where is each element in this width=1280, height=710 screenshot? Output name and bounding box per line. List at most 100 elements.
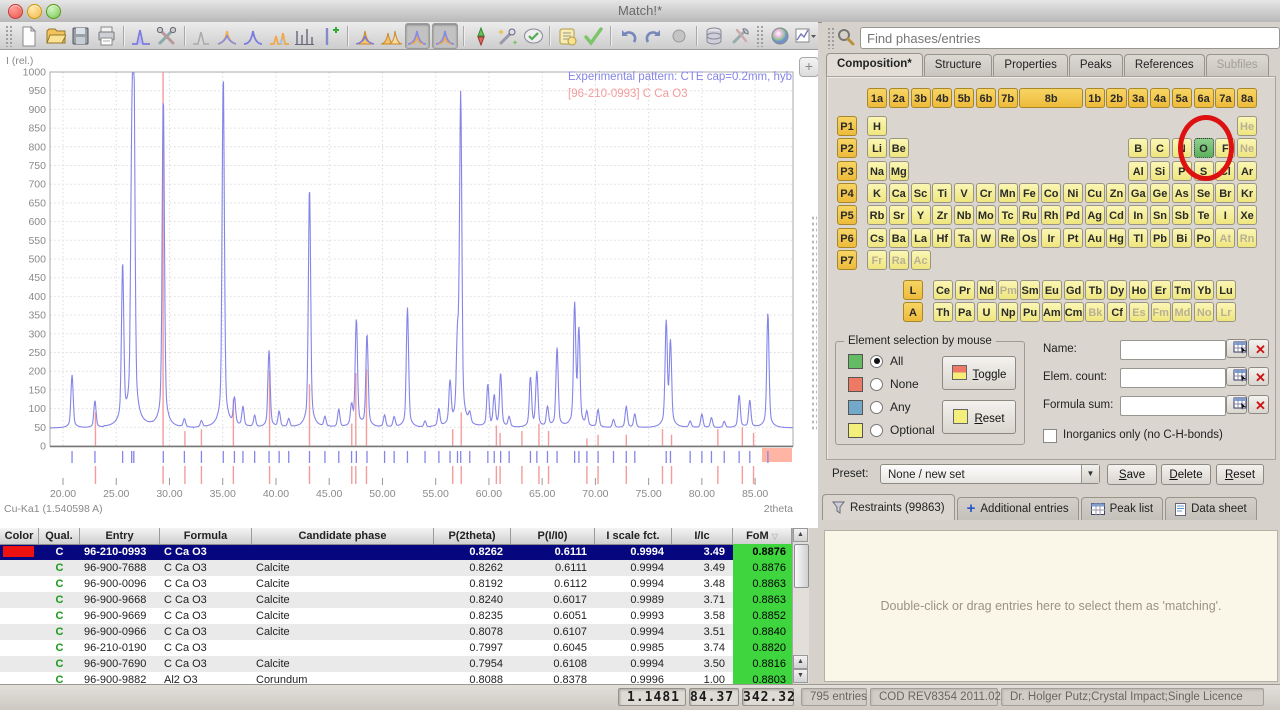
- element-Bi[interactable]: Bi: [1172, 228, 1192, 248]
- column-header-entry[interactable]: Entry: [80, 528, 160, 545]
- element-Ag[interactable]: Ag: [1085, 205, 1105, 225]
- table-row[interactable]: C96-900-9668C Ca O3Calcite0.82400.60170.…: [0, 592, 792, 608]
- reference-database-icon[interactable]: [702, 24, 726, 48]
- strip-alpha2-icon[interactable]: [241, 24, 265, 48]
- table-row[interactable]: C96-210-0190C Ca O30.79970.60450.99853.7…: [0, 640, 792, 656]
- element-Cu[interactable]: Cu: [1085, 183, 1105, 203]
- element-W[interactable]: W: [976, 228, 996, 248]
- reset-preset-button[interactable]: Reset: [1216, 464, 1264, 485]
- element-Al[interactable]: Al: [1128, 161, 1148, 181]
- element-Cr[interactable]: Cr: [976, 183, 996, 203]
- element-Fr[interactable]: Fr: [867, 250, 887, 270]
- element-Pa[interactable]: Pa: [955, 302, 975, 322]
- table-row[interactable]: C96-900-9882Al2 O3Corundum0.80880.83780.…: [0, 672, 792, 684]
- new-document-icon[interactable]: [17, 24, 41, 48]
- tab-references[interactable]: References: [1124, 54, 1205, 76]
- element-Mn[interactable]: Mn: [998, 183, 1018, 203]
- element-V[interactable]: V: [954, 183, 974, 203]
- element-At[interactable]: At: [1215, 228, 1235, 248]
- element-No[interactable]: No: [1194, 302, 1214, 322]
- element-Os[interactable]: Os: [1019, 228, 1039, 248]
- open-document-icon[interactable]: [43, 24, 67, 48]
- element-Sm[interactable]: Sm: [1020, 280, 1040, 300]
- element-Es[interactable]: Es: [1129, 302, 1149, 322]
- element-Pu[interactable]: Pu: [1020, 302, 1040, 322]
- subtract-background-icon[interactable]: [189, 24, 213, 48]
- peak-searching-icon[interactable]: [267, 24, 291, 48]
- element-K[interactable]: K: [867, 183, 887, 203]
- toolbar-handle[interactable]: [5, 25, 13, 47]
- element-Dy[interactable]: Dy: [1107, 280, 1127, 300]
- element-La[interactable]: La: [911, 228, 931, 248]
- element-Hf[interactable]: Hf: [932, 228, 952, 248]
- column-header-fom[interactable]: FoM ▽: [733, 528, 792, 545]
- table-row[interactable]: C96-900-0966C Ca O3Calcite0.80780.61070.…: [0, 624, 792, 640]
- preset-dropdown[interactable]: None / new set▼: [880, 464, 1100, 484]
- pattern-view-menu-icon[interactable]: [793, 24, 817, 48]
- report-icon[interactable]: [555, 24, 579, 48]
- smooth-raw-data-icon[interactable]: [215, 24, 239, 48]
- element-Ho[interactable]: Ho: [1129, 280, 1149, 300]
- element-Tb[interactable]: Tb: [1085, 280, 1105, 300]
- element-Xe[interactable]: Xe: [1237, 205, 1257, 225]
- element-Ta[interactable]: Ta: [954, 228, 974, 248]
- element-Mo[interactable]: Mo: [976, 205, 996, 225]
- element-Ca[interactable]: Ca: [889, 183, 909, 203]
- element-Re[interactable]: Re: [998, 228, 1018, 248]
- automatic-processing-icon[interactable]: [495, 24, 519, 48]
- element-In[interactable]: In: [1128, 205, 1148, 225]
- element-Ti[interactable]: Ti: [932, 183, 952, 203]
- table-row[interactable]: C96-900-7688C Ca O3Calcite0.82620.61110.…: [0, 560, 792, 576]
- element-Cs[interactable]: Cs: [867, 228, 887, 248]
- inorganics-only-checkbox[interactable]: [1043, 429, 1057, 443]
- show-profile-area-icon[interactable]: [432, 23, 458, 49]
- title-bar[interactable]: Match!*: [0, 0, 1280, 23]
- element-C[interactable]: C: [1150, 138, 1170, 158]
- element-Sr[interactable]: Sr: [889, 205, 909, 225]
- element-Na[interactable]: Na: [867, 161, 887, 181]
- splitter-handle[interactable]: [811, 215, 817, 430]
- scroll-up-icon[interactable]: ▲: [793, 528, 808, 542]
- tab-structure[interactable]: Structure: [924, 54, 993, 76]
- element-Pb[interactable]: Pb: [1150, 228, 1170, 248]
- element-Eu[interactable]: Eu: [1042, 280, 1062, 300]
- tab-properties[interactable]: Properties: [993, 54, 1067, 76]
- element-Er[interactable]: Er: [1151, 280, 1171, 300]
- table-row[interactable]: C96-900-0096C Ca O3Calcite0.81920.61120.…: [0, 576, 792, 592]
- search-match-icon[interactable]: [469, 24, 493, 48]
- element-B[interactable]: B: [1128, 138, 1148, 158]
- subtab-peak-list[interactable]: Peak list: [1081, 497, 1163, 520]
- scrollbar-thumb[interactable]: [794, 544, 809, 588]
- element-Tl[interactable]: Tl: [1128, 228, 1148, 248]
- subtab-restraints[interactable]: Restraints (99863): [822, 494, 955, 520]
- element-Cm[interactable]: Cm: [1064, 302, 1084, 322]
- element-Gd[interactable]: Gd: [1064, 280, 1084, 300]
- crystal-structure-icon[interactable]: [768, 24, 792, 48]
- element-Te[interactable]: Te: [1194, 205, 1214, 225]
- matching-drop-zone[interactable]: Double-click or drag entries here to sel…: [822, 528, 1280, 684]
- name-input[interactable]: [1120, 340, 1226, 360]
- selection-option-none[interactable]: None: [848, 377, 919, 391]
- element-Zr[interactable]: Zr: [932, 205, 952, 225]
- element-H[interactable]: H: [867, 116, 887, 136]
- element-Co[interactable]: Co: [1041, 183, 1061, 203]
- element-Pt[interactable]: Pt: [1063, 228, 1083, 248]
- element-Po[interactable]: Po: [1194, 228, 1214, 248]
- element-Kr[interactable]: Kr: [1237, 183, 1257, 203]
- table-row[interactable]: C96-900-7690C Ca O3Calcite0.79540.61080.…: [0, 656, 792, 672]
- tab-composition[interactable]: Composition*: [826, 53, 923, 77]
- element-Md[interactable]: Md: [1172, 302, 1192, 322]
- name-clear-button[interactable]: ✕: [1248, 339, 1269, 358]
- column-header-p-i-i0-[interactable]: P(I/I0): [511, 528, 595, 545]
- element-Rh[interactable]: Rh: [1041, 205, 1061, 225]
- print-icon[interactable]: [94, 24, 118, 48]
- record-icon[interactable]: [667, 24, 691, 48]
- element-Pr[interactable]: Pr: [955, 280, 975, 300]
- elem-count-table-select-button[interactable]: [1226, 367, 1247, 386]
- element-Rn[interactable]: Rn: [1237, 228, 1257, 248]
- selection-option-optional[interactable]: Optional: [848, 423, 935, 437]
- reset-selection-button[interactable]: Reset: [942, 400, 1016, 434]
- element-Yb[interactable]: Yb: [1194, 280, 1214, 300]
- formula-sum-input[interactable]: [1120, 396, 1226, 416]
- element-Ra[interactable]: Ra: [889, 250, 909, 270]
